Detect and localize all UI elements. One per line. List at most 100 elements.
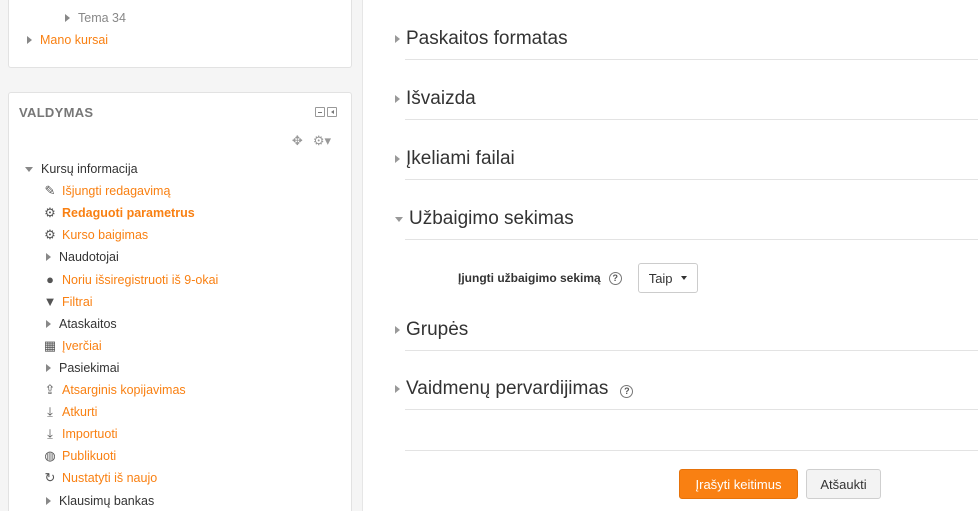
admin-tree-item-label: Ataskaitos: [59, 317, 117, 331]
admin-tree-item[interactable]: ⇪ Atsarginis kopijavimas: [43, 382, 186, 398]
admin-tree-item-label: Išjungti redagavimą: [62, 184, 171, 198]
admin-block: VALDYMAS ✥ ⚙▾ Kursų informacija ✎ Išjungti…: [8, 92, 352, 511]
section-title: Užbaigimo sekimas: [409, 208, 574, 229]
admin-tree-item-label: Atkurti: [62, 405, 98, 419]
admin-tree-item[interactable]: ⤓ Atkurti: [43, 404, 97, 420]
collapse-arrow-icon: [395, 385, 400, 393]
section-paskaitos-formatas: Paskaitos formatas: [395, 28, 978, 68]
admin-tree-item-label: Kursų informacija: [41, 162, 138, 176]
admin-tree-item-label: Atsarginis kopijavimas: [62, 383, 186, 397]
admin-tree-item-label: Redaguoti parametrus: [62, 206, 195, 220]
admin-tree-item[interactable]: ● Noriu išsiregistruoti iš 9-okai: [43, 272, 218, 288]
block-controls: [315, 107, 337, 117]
my-courses-link[interactable]: Mano kursai: [27, 32, 108, 48]
admin-tree-item[interactable]: Naudotojai: [43, 249, 119, 265]
admin-tree-item[interactable]: ✎ Išjungti redagavimą: [43, 183, 171, 199]
expand-arrow-icon: [27, 36, 32, 44]
gear-icon: ⚙: [44, 205, 56, 220]
collapse-arrow-icon: [395, 326, 400, 334]
section-title: Paskaitos formatas: [406, 28, 568, 49]
user-icon: ●: [46, 272, 54, 287]
admin-tree-item-label: Importuoti: [62, 427, 118, 441]
my-courses-label: Mano kursai: [40, 33, 109, 47]
section-title: Įkeliami failai: [406, 148, 515, 169]
globe-icon: ◍: [44, 448, 56, 463]
admin-tree-item[interactable]: ◍ Publikuoti: [43, 448, 116, 464]
section-divider: [405, 350, 978, 351]
completion-tracking-label: Įjungti užbaigimo sekimą: [458, 271, 601, 285]
gear-menu-icon[interactable]: ⚙▾: [313, 133, 331, 149]
download-icon: ⤓: [47, 404, 53, 419]
section-title: Išvaizda: [406, 88, 476, 109]
collapse-arrow-icon: [395, 155, 400, 163]
collapse-arrow-icon: [395, 35, 400, 43]
admin-tree-item[interactable]: Pasiekimai: [43, 360, 119, 376]
admin-tree-item[interactable]: ↻ Nustatyti iš naujo: [43, 470, 158, 486]
admin-tree-item[interactable]: ▼ Filtrai: [43, 294, 93, 310]
admin-tree-item[interactable]: Ataskaitos: [43, 316, 117, 332]
expanded-arrow-icon: [395, 216, 403, 222]
section-isvaizda: Išvaizda: [395, 88, 978, 128]
admin-tree-item[interactable]: ▦ Įverčiai: [43, 338, 102, 354]
section-vaidmenu-pervardijimas: Vaidmenų pervardijimas ?: [395, 378, 978, 451]
section-uzbaigimo-sekimas: Užbaigimo sekimas: [395, 208, 978, 248]
section-header[interactable]: Išvaizda: [395, 88, 476, 110]
move-icon[interactable]: ✥: [292, 133, 303, 149]
section-ikeliami-failai: Įkeliami failai: [395, 148, 978, 188]
save-changes-button[interactable]: Įrašyti keitimus: [679, 469, 798, 499]
section-header[interactable]: Įkeliami failai: [395, 148, 515, 170]
dock-icon[interactable]: [327, 107, 337, 117]
navigation-block: Tema 34 Mano kursai: [8, 0, 352, 68]
download-icon: ⤓: [47, 426, 53, 441]
admin-tree-item[interactable]: Kursų informacija: [25, 161, 138, 177]
expand-arrow-icon: [65, 14, 70, 22]
section-divider: [405, 119, 978, 120]
admin-tree-item-label: Kurso baigimas: [62, 228, 149, 242]
completion-tracking-row: Įjungti užbaigimo sekimą ? Taip: [458, 263, 698, 293]
expand-arrow-icon: [46, 364, 51, 372]
form-footer-divider: [405, 450, 978, 451]
section-divider: [405, 409, 978, 410]
table-icon: ▦: [43, 338, 57, 353]
admin-tree-item[interactable]: ⚙ Redaguoti parametrus: [43, 205, 195, 221]
expand-arrow-icon: [46, 497, 51, 505]
pencil-icon: ✎: [44, 183, 56, 198]
section-divider: [405, 239, 978, 240]
section-title: Grupės: [406, 319, 469, 340]
block-actions: ✥ ⚙▾: [292, 133, 331, 149]
admin-tree-item-label: Publikuoti: [62, 449, 117, 463]
section-header[interactable]: Vaidmenų pervardijimas ?: [395, 378, 634, 400]
section-header[interactable]: Grupės: [395, 319, 468, 341]
completion-tracking-select[interactable]: Taip: [637, 263, 698, 293]
admin-tree-item-label: Įverčiai: [62, 339, 102, 353]
admin-tree-item[interactable]: Klausimų bankas: [43, 493, 154, 509]
column-divider: [362, 0, 363, 511]
chevron-down-icon: [680, 276, 687, 280]
help-icon[interactable]: ?: [620, 384, 634, 398]
expanded-arrow-icon: [25, 166, 33, 172]
select-value: Taip: [648, 270, 673, 286]
minimize-icon[interactable]: [315, 107, 325, 117]
admin-tree-item-label: Klausimų bankas: [59, 494, 155, 508]
block-title: VALDYMAS: [19, 105, 94, 120]
admin-tree-item[interactable]: ⚙ Kurso baigimas: [43, 227, 148, 243]
gear-icon: ⚙: [44, 227, 56, 242]
section-divider: [405, 59, 978, 60]
cancel-button[interactable]: Atšaukti: [806, 469, 881, 499]
filter-icon: ▼: [43, 294, 57, 309]
section-divider: [405, 179, 978, 180]
tree-item-tema[interactable]: Tema 34: [65, 10, 126, 26]
admin-tree-item[interactable]: ⤓ Importuoti: [43, 426, 118, 442]
expand-arrow-icon: [46, 253, 51, 261]
admin-tree-item-label: Filtrai: [62, 295, 93, 309]
left-column: Tema 34 Mano kursai VALDYMAS ✥ ⚙▾ Kursų …: [0, 0, 362, 511]
help-icon[interactable]: ?: [608, 271, 622, 285]
expand-arrow-icon: [46, 320, 51, 328]
section-title: Vaidmenų pervardijimas: [406, 378, 609, 399]
section-header[interactable]: Užbaigimo sekimas: [395, 208, 574, 230]
admin-tree-item-label: Noriu išsiregistruoti iš 9-okai: [62, 273, 219, 287]
collapse-arrow-icon: [395, 95, 400, 103]
admin-tree-item-label: Nustatyti iš naujo: [62, 471, 158, 485]
section-header[interactable]: Paskaitos formatas: [395, 28, 568, 50]
reset-icon: ↻: [44, 470, 56, 485]
